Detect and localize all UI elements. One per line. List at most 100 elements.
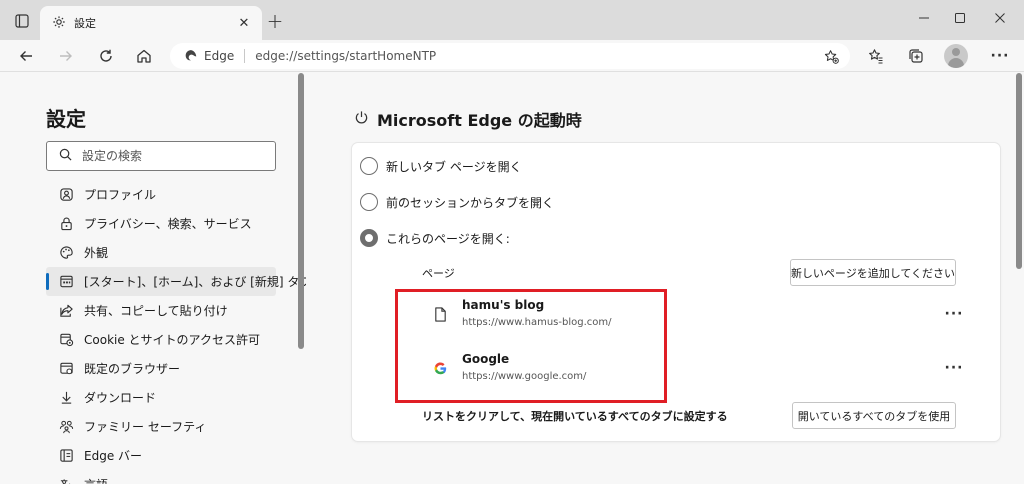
list-item: hamu's blog https://www.hamus-blog.com/ … bbox=[432, 292, 992, 342]
forward-arrow-icon bbox=[60, 51, 72, 61]
sidebar-scrollbar[interactable] bbox=[298, 73, 304, 349]
favorites-button[interactable] bbox=[862, 42, 890, 70]
sidebar-item-label: 既定のブラウザー bbox=[84, 362, 181, 376]
lock-icon bbox=[58, 216, 74, 232]
search-box[interactable] bbox=[46, 141, 276, 171]
more-icon[interactable]: ··· bbox=[942, 304, 966, 324]
startup-options-card: 新しいタブ ページを開く 前のセッションからタブを開く これらのページを開く: … bbox=[352, 143, 1000, 441]
radio-label: 新しいタブ ページを開く bbox=[386, 159, 522, 174]
radio-button[interactable] bbox=[360, 157, 378, 175]
list-item: Google https://www.google.com/ ··· bbox=[432, 346, 992, 396]
share-icon bbox=[58, 303, 74, 319]
cookie-icon bbox=[58, 332, 74, 348]
browser-icon bbox=[58, 361, 74, 377]
window-close-button[interactable] bbox=[980, 4, 1020, 32]
sidebar-item-label: ファミリー セーフティ bbox=[84, 420, 207, 434]
tab-settings[interactable]: 設定 ✕ bbox=[40, 6, 262, 40]
main-content: Microsoft Edge の起動時 新しいタブ ページを開く 前のセッション… bbox=[306, 73, 1020, 484]
sidebar-item-appearance[interactable]: 外観 bbox=[46, 238, 276, 267]
back-arrow-icon bbox=[20, 51, 32, 61]
page-icon bbox=[432, 306, 448, 322]
sidebar-item-label: [スタート]、[ホーム]、および [新規] タブ bbox=[84, 275, 312, 289]
sidebar-item-downloads[interactable]: ダウンロード bbox=[46, 383, 276, 412]
more-icon: ··· bbox=[990, 48, 1010, 64]
tab-title: 設定 bbox=[74, 17, 96, 30]
plus-icon: + bbox=[266, 9, 284, 33]
address-separator bbox=[244, 49, 246, 63]
sidebar-item-profile[interactable]: プロファイル bbox=[46, 180, 276, 209]
radio-option-open-pages[interactable]: これらのページを開く: bbox=[360, 229, 510, 247]
collections-button[interactable] bbox=[902, 42, 930, 70]
address-url[interactable]: edge://settings/startHomeNTP bbox=[255, 49, 436, 63]
sidebar-item-label: Cookie とサイトのアクセス許可 bbox=[84, 333, 260, 347]
sidebar-item-edge-bar[interactable]: Edge バー bbox=[46, 441, 276, 470]
sidebar-item-label: 外観 bbox=[84, 246, 109, 260]
use-all-tabs-button[interactable]: 開いているすべてのタブを使用 bbox=[792, 402, 956, 429]
pages-label: ページ bbox=[422, 267, 455, 280]
radio-button-checked[interactable] bbox=[360, 229, 378, 247]
palette-icon bbox=[58, 245, 74, 261]
page-url: https://www.google.com/ bbox=[462, 371, 587, 382]
avatar[interactable] bbox=[944, 44, 968, 68]
more-menu-button[interactable]: ··· bbox=[986, 42, 1014, 70]
radio-label: これらのページを開く: bbox=[386, 231, 510, 246]
page-url: https://www.hamus-blog.com/ bbox=[462, 317, 612, 328]
maximize-button[interactable] bbox=[940, 4, 980, 32]
search-icon bbox=[59, 148, 72, 164]
address-site-label: Edge bbox=[204, 49, 235, 63]
sidebar-item-default-browser[interactable]: 既定のブラウザー bbox=[46, 354, 276, 383]
radio-button[interactable] bbox=[360, 193, 378, 211]
tab-actions-icon[interactable] bbox=[8, 8, 36, 34]
page-name: Google bbox=[462, 352, 510, 366]
radio-option-previous-session[interactable]: 前のセッションからタブを開く bbox=[360, 193, 554, 211]
back-button[interactable] bbox=[12, 42, 40, 70]
clear-list-label: リストをクリアして、現在開いているすべてのタブに設定する bbox=[422, 410, 728, 423]
settings-nav: プロファイル プライバシー、検索、サービス 外観 [スタート]、[ホーム]、およ… bbox=[46, 180, 311, 484]
star-plus-icon[interactable] bbox=[820, 45, 842, 67]
sidebar-item-family-safety[interactable]: ファミリー セーフティ bbox=[46, 412, 276, 441]
home-button[interactable] bbox=[130, 42, 158, 70]
sidebar-title: 設定 bbox=[46, 107, 86, 131]
add-page-button[interactable]: 新しいページを追加してください bbox=[790, 259, 956, 286]
section-title: Microsoft Edge の起動時 bbox=[377, 111, 582, 130]
page-scrollbar[interactable] bbox=[1016, 73, 1022, 269]
new-tab-button[interactable]: + bbox=[262, 8, 288, 34]
title-bar: 設定 ✕ + bbox=[0, 0, 1024, 40]
toolbar: Edge edge://settings/startHomeNTP ··· bbox=[0, 40, 1024, 72]
favorites-icon bbox=[869, 49, 883, 64]
language-icon bbox=[58, 477, 74, 484]
close-icon[interactable]: ✕ bbox=[234, 13, 254, 33]
sidebar-item-cookies[interactable]: Cookie とサイトのアクセス許可 bbox=[46, 325, 276, 354]
forward-button[interactable] bbox=[52, 42, 80, 70]
gear-icon bbox=[52, 15, 66, 32]
radio-option-new-tab[interactable]: 新しいタブ ページを開く bbox=[360, 157, 522, 175]
edge-bar-icon bbox=[58, 448, 74, 464]
more-icon[interactable]: ··· bbox=[942, 358, 966, 378]
edge-logo-icon bbox=[184, 48, 198, 65]
sidebar-item-start-home-new-tab[interactable]: [スタート]、[ホーム]、および [新規] タブ bbox=[46, 267, 311, 296]
collections-icon bbox=[909, 49, 923, 63]
sidebar-item-label: プライバシー、検索、サービス bbox=[84, 217, 252, 231]
radio-label: 前のセッションからタブを開く bbox=[386, 195, 555, 210]
google-icon bbox=[432, 360, 448, 376]
sidebar-item-languages[interactable]: 言語 bbox=[46, 470, 276, 484]
page-name: hamu's blog bbox=[462, 298, 545, 312]
home-icon bbox=[137, 49, 151, 63]
minimize-button[interactable] bbox=[904, 4, 944, 32]
sidebar-item-label: 共有、コピーして貼り付け bbox=[84, 304, 228, 318]
sidebar-item-label: ダウンロード bbox=[84, 391, 157, 405]
refresh-icon bbox=[100, 49, 112, 62]
search-input[interactable] bbox=[82, 149, 262, 163]
sidebar-item-label: プロファイル bbox=[84, 188, 157, 202]
download-icon bbox=[58, 390, 74, 406]
sidebar-item-label: 言語 bbox=[84, 476, 108, 484]
profile-icon bbox=[58, 187, 74, 203]
settings-sidebar: 設定 プロファイル プライバシー、検索、サービス 外観 [スタート]、[ホーム]… bbox=[0, 73, 311, 484]
start-tab-icon bbox=[58, 274, 74, 290]
sidebar-item-privacy[interactable]: プライバシー、検索、サービス bbox=[46, 209, 276, 238]
address-bar[interactable]: Edge edge://settings/startHomeNTP bbox=[170, 43, 850, 69]
sidebar-item-share-copy-paste[interactable]: 共有、コピーして貼り付け bbox=[46, 296, 276, 325]
refresh-button[interactable] bbox=[92, 42, 120, 70]
family-icon bbox=[58, 419, 74, 435]
section-header: Microsoft Edge の起動時 bbox=[354, 107, 582, 131]
